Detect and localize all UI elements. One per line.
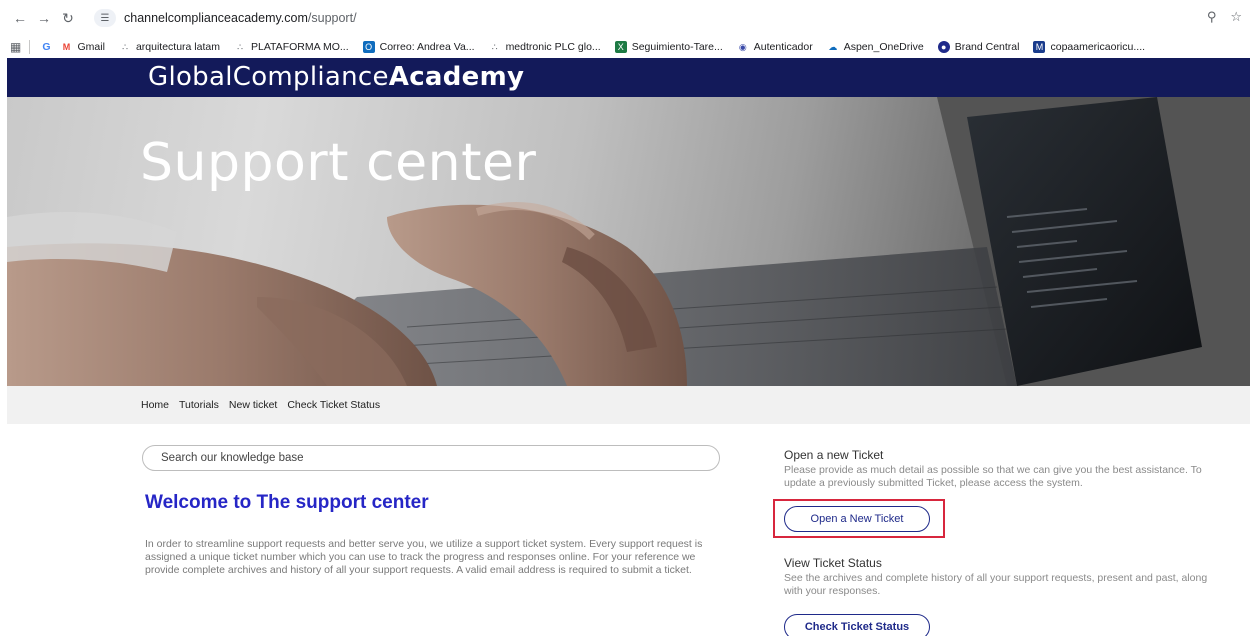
browser-toolbar: ← → ↻ ☰ channelcomplianceacademy.com/sup… bbox=[0, 0, 1250, 36]
bookmark-medtronic[interactable]: ∴ medtronic PLC glo... bbox=[489, 41, 601, 53]
site-logo[interactable]: GlobalComplianceAcademy bbox=[148, 62, 524, 92]
excel-icon: X bbox=[614, 41, 627, 53]
authenticator-icon: ◉ bbox=[738, 41, 747, 52]
bookmark-seguimiento[interactable]: X Seguimiento-Tare... bbox=[614, 41, 723, 53]
gmail-icon: M bbox=[62, 42, 71, 52]
bookmark-brand-central[interactable]: ● Brand Central bbox=[937, 41, 1019, 53]
nav-check-ticket-status[interactable]: Check Ticket Status bbox=[287, 399, 380, 411]
knowledge-base-search-input[interactable] bbox=[142, 445, 720, 471]
bookmark-correo[interactable]: O Correo: Andrea Va... bbox=[362, 41, 475, 53]
open-ticket-heading: Open a new Ticket bbox=[784, 448, 884, 462]
back-icon[interactable]: ← bbox=[10, 8, 30, 28]
zoom-icon[interactable]: ⚲ bbox=[1207, 9, 1217, 25]
brand-central-icon: ● bbox=[937, 41, 950, 53]
view-status-heading: View Ticket Status bbox=[784, 556, 882, 570]
sub-navigation: Home Tutorials New ticket Check Ticket S… bbox=[7, 386, 1250, 424]
bookmark-autenticador[interactable]: ◉ Autenticador bbox=[737, 41, 813, 53]
cloud-icon: ☁ bbox=[828, 41, 838, 52]
site-header: GlobalComplianceAcademy bbox=[7, 58, 1250, 97]
url-path: /support/ bbox=[307, 11, 357, 25]
hero-banner: Support center bbox=[7, 97, 1250, 386]
m-logo-icon: M bbox=[1033, 41, 1046, 53]
check-ticket-status-button[interactable]: Check Ticket Status bbox=[784, 614, 930, 636]
hero-title: Support center bbox=[140, 133, 537, 193]
network-icon: ∴ bbox=[491, 41, 498, 52]
nav-home[interactable]: Home bbox=[141, 399, 169, 411]
highlight-box bbox=[773, 499, 945, 538]
bookmark-copaamerica[interactable]: Mcopaamericaoricu.... bbox=[1033, 41, 1145, 53]
intro-text: In order to streamline support requests … bbox=[145, 538, 703, 576]
site-settings-icon[interactable]: ☰ bbox=[94, 9, 116, 27]
bookmark-plataforma[interactable]: ∴ PLATAFORMA MO... bbox=[234, 41, 349, 53]
bookmark-aspen-onedrive[interactable]: ☁ Aspen_OneDrive bbox=[827, 41, 923, 53]
bookmark-gmail[interactable]: M Gmail bbox=[61, 41, 105, 53]
google-icon[interactable]: G bbox=[42, 41, 50, 53]
welcome-heading: Welcome to The support center bbox=[145, 492, 429, 513]
bookmarks-bar: ▦ G M Gmail ∴ arquitectura latam ∴ PLATAFOR… bbox=[0, 36, 1250, 58]
url-host: channelcomplianceacademy.com bbox=[124, 11, 308, 25]
network-icon: ∴ bbox=[122, 41, 128, 52]
view-status-description: See the archives and complete history of… bbox=[784, 572, 1208, 597]
apps-grid-icon[interactable]: ▦ bbox=[10, 40, 21, 54]
nav-tutorials[interactable]: Tutorials bbox=[179, 399, 219, 411]
forward-icon[interactable]: → bbox=[34, 8, 54, 28]
bookmark-arquitectura[interactable]: ∴ arquitectura latam bbox=[119, 41, 220, 53]
address-bar[interactable]: ☰ channelcomplianceacademy.com/support/ bbox=[88, 6, 1208, 30]
reload-icon[interactable]: ↻ bbox=[58, 8, 78, 28]
network-icon: ∴ bbox=[237, 41, 243, 52]
open-ticket-description: Please provide as much detail as possibl… bbox=[784, 464, 1202, 489]
nav-new-ticket[interactable]: New ticket bbox=[229, 399, 277, 411]
bookmark-separator bbox=[29, 40, 31, 54]
bookmark-star-icon[interactable]: ☆ bbox=[1230, 9, 1242, 25]
outlook-icon: O bbox=[362, 41, 375, 53]
